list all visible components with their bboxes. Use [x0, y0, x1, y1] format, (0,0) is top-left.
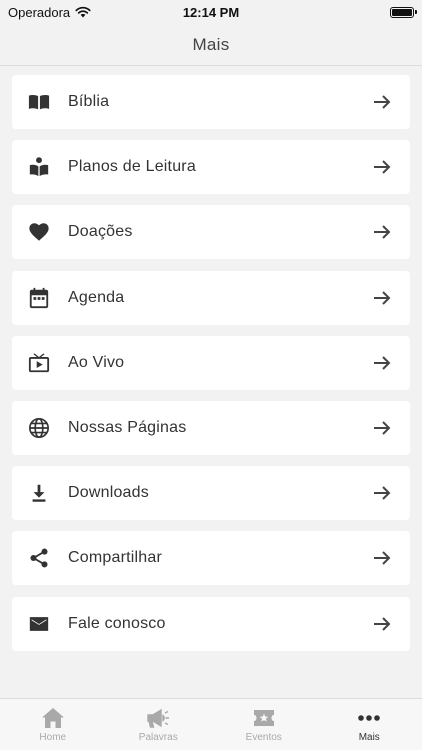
menu-item-planos-de-leitura[interactable]: Planos de Leitura: [12, 140, 410, 195]
menu-item-compartilhar[interactable]: Compartilhar: [12, 531, 410, 586]
menu-item-label: Fale conosco: [68, 614, 166, 632]
menu-item-biblia[interactable]: Bíblia: [12, 75, 410, 129]
menu-item-nossas-paginas[interactable]: Nossas Páginas: [12, 400, 410, 455]
menu-item-fale-conosco[interactable]: Fale conosco: [12, 596, 410, 651]
arrow-right-icon: [372, 353, 392, 373]
tab-label: Home: [39, 732, 67, 743]
tab-eventos[interactable]: Eventos: [211, 699, 317, 750]
carrier-label: Operadora: [8, 4, 71, 20]
arrow-right-icon: [372, 222, 392, 242]
heart-icon: [28, 221, 50, 243]
menu-item-label: Compartilhar: [68, 549, 162, 567]
menu-item-label: Doações: [68, 223, 133, 241]
tab-mais[interactable]: Mais: [317, 699, 422, 750]
ticket-icon: [253, 710, 274, 726]
tab-home[interactable]: Home: [0, 699, 106, 750]
tab-bar: Home Palavras Eventos Mais: [0, 698, 422, 750]
arrow-right-icon: [372, 92, 392, 112]
menu-item-agenda[interactable]: Agenda: [12, 270, 410, 325]
tab-palavras[interactable]: Palavras: [106, 699, 212, 750]
menu-list: Bíblia Planos de Leitura Doações Agenda: [12, 75, 410, 662]
tab-label: Palavras: [138, 732, 178, 743]
reading-plan-icon: [28, 156, 50, 178]
status-left: Operadora: [8, 5, 91, 20]
menu-item-label: Agenda: [68, 288, 125, 306]
download-icon: [28, 482, 50, 504]
menu-item-label: Downloads: [68, 484, 149, 502]
book-icon: [28, 91, 50, 113]
arrow-right-icon: [372, 157, 392, 177]
calendar-icon: [28, 287, 50, 309]
menu-item-downloads[interactable]: Downloads: [12, 466, 410, 521]
arrow-right-icon: [372, 483, 392, 503]
tab-label: Mais: [358, 732, 380, 743]
menu-item-label: Planos de Leitura: [68, 158, 196, 176]
menu-item-label: Nossas Páginas: [68, 418, 187, 436]
arrow-right-icon: [372, 288, 392, 308]
globe-icon: [28, 417, 50, 439]
more-dots-icon: [358, 715, 381, 721]
megaphone-icon: [147, 708, 170, 728]
live-tv-icon: [28, 352, 50, 374]
home-icon: [41, 708, 64, 728]
menu-item-label: Ao Vivo: [68, 353, 125, 371]
wifi-icon: [75, 6, 91, 18]
share-icon: [28, 547, 50, 569]
menu-item-label: Bíblia: [68, 93, 110, 110]
arrow-right-icon: [372, 548, 392, 568]
arrow-right-icon: [372, 614, 392, 634]
status-bar: Operadora 12:14 PM: [0, 0, 422, 24]
menu-item-doacoes[interactable]: Doações: [12, 205, 410, 260]
arrow-right-icon: [372, 418, 392, 438]
menu-item-ao-vivo[interactable]: Ao Vivo: [12, 335, 410, 390]
navigation-bar: Mais: [0, 24, 422, 66]
battery-icon: [390, 6, 417, 18]
tab-label: Eventos: [245, 732, 282, 743]
mail-icon: [28, 613, 50, 635]
page-title: Mais: [192, 34, 230, 54]
